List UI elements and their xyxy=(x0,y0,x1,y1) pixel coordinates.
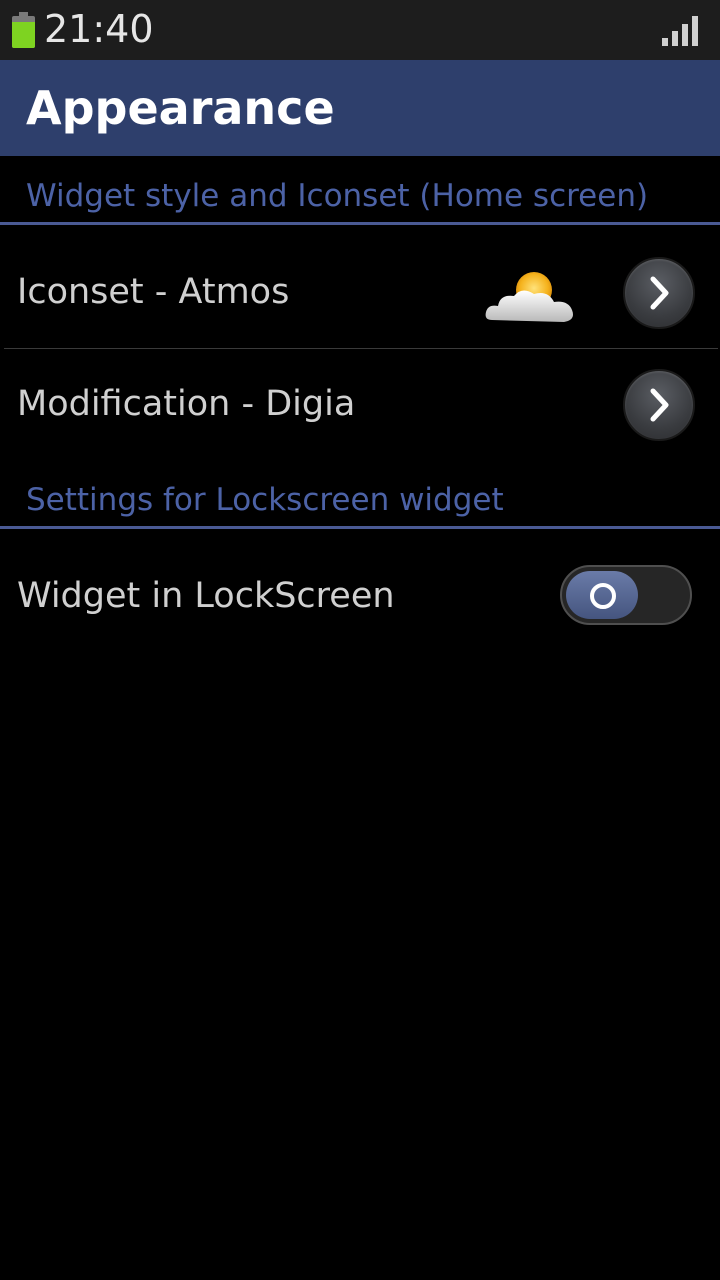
chevron-right-icon[interactable] xyxy=(623,257,695,329)
status-time: 21:40 xyxy=(44,7,154,51)
partly-cloudy-icon xyxy=(485,272,573,322)
title-bar: Appearance xyxy=(0,60,720,156)
toggle-knob xyxy=(566,571,638,619)
section-divider xyxy=(0,222,720,225)
section-header-widget-style: Widget style and Iconset (Home screen) xyxy=(0,156,720,226)
chevron-right-icon[interactable] xyxy=(623,369,695,441)
iconset-label: Iconset - Atmos xyxy=(17,272,290,312)
status-bar: 21:40 xyxy=(0,0,720,60)
lockscreen-widget-toggle[interactable] xyxy=(560,565,692,625)
battery-icon xyxy=(12,12,35,48)
modification-label: Modification - Digia xyxy=(17,384,356,424)
toggle-off-indicator-icon xyxy=(590,583,616,609)
section-header-lockscreen: Settings for Lockscreen widget xyxy=(0,460,720,530)
lockscreen-widget-label: Widget in LockScreen xyxy=(17,576,395,616)
section-divider xyxy=(0,526,720,529)
signal-strength-icon xyxy=(662,16,698,46)
iconset-row[interactable]: Iconset - Atmos xyxy=(0,236,720,348)
section-label: Widget style and Iconset (Home screen) xyxy=(26,178,649,214)
section-label: Settings for Lockscreen widget xyxy=(26,482,504,518)
modification-row[interactable]: Modification - Digia xyxy=(0,348,720,460)
page-title: Appearance xyxy=(26,81,335,135)
